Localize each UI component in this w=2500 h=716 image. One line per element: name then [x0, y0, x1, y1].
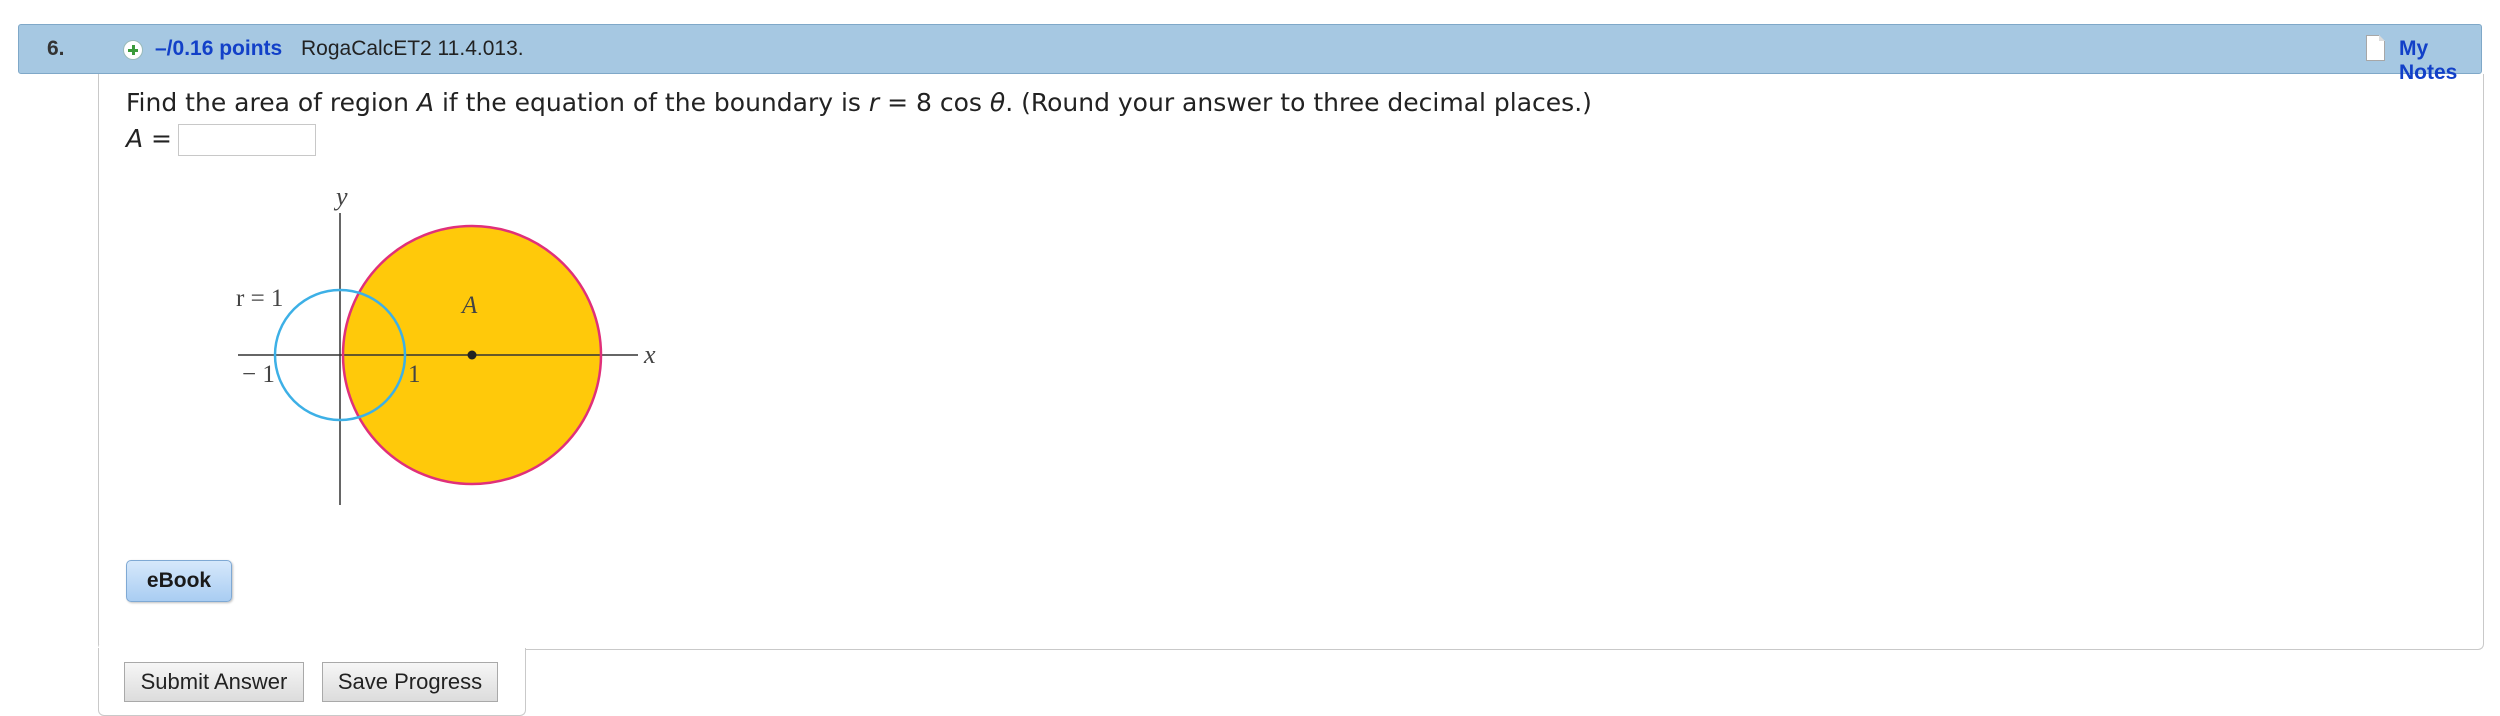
region-variable: A	[416, 88, 435, 117]
prompt-text-end: . (Round your answer to three decimal pl…	[1005, 88, 1592, 117]
equation-theta: θ	[989, 88, 1006, 117]
tick-label-1: 1	[408, 361, 421, 388]
unit-circle-label: r = 1	[236, 285, 283, 312]
equation-text: = 8 cos	[879, 88, 990, 117]
answer-label: A =	[126, 124, 172, 153]
question-header: 6. –/0.16 points RogaCalcET2 11.4.013. M…	[18, 24, 2482, 84]
question-prompt: Find the area of region A if the equatio…	[126, 88, 1592, 117]
plus-icon[interactable]	[123, 40, 143, 60]
question-reference: RogaCalcET2 11.4.013.	[301, 37, 524, 60]
region-label: A	[460, 292, 478, 319]
submit-answer-button[interactable]: Submit Answer	[124, 662, 304, 702]
answer-equals: =	[143, 124, 173, 153]
question-number: 6.	[47, 37, 65, 60]
ebook-button[interactable]: eBook	[126, 560, 232, 602]
tick-label-neg1: − 1	[242, 361, 275, 388]
region-figure: y x r = 1 A − 1 1	[236, 182, 656, 505]
answer-input[interactable]	[178, 124, 316, 156]
points-value: –/0.16 points	[155, 37, 283, 60]
document-icon[interactable]	[2366, 35, 2385, 61]
answer-variable: A	[126, 124, 144, 153]
center-point	[467, 350, 477, 360]
save-progress-button[interactable]: Save Progress	[322, 662, 498, 702]
prompt-text-mid: if the equation of the boundary is	[434, 88, 869, 117]
x-axis-label: x	[643, 340, 656, 369]
equation-r: r	[868, 88, 880, 117]
prompt-text-start: Find the area of region	[126, 88, 417, 117]
y-axis-label: y	[333, 182, 348, 211]
